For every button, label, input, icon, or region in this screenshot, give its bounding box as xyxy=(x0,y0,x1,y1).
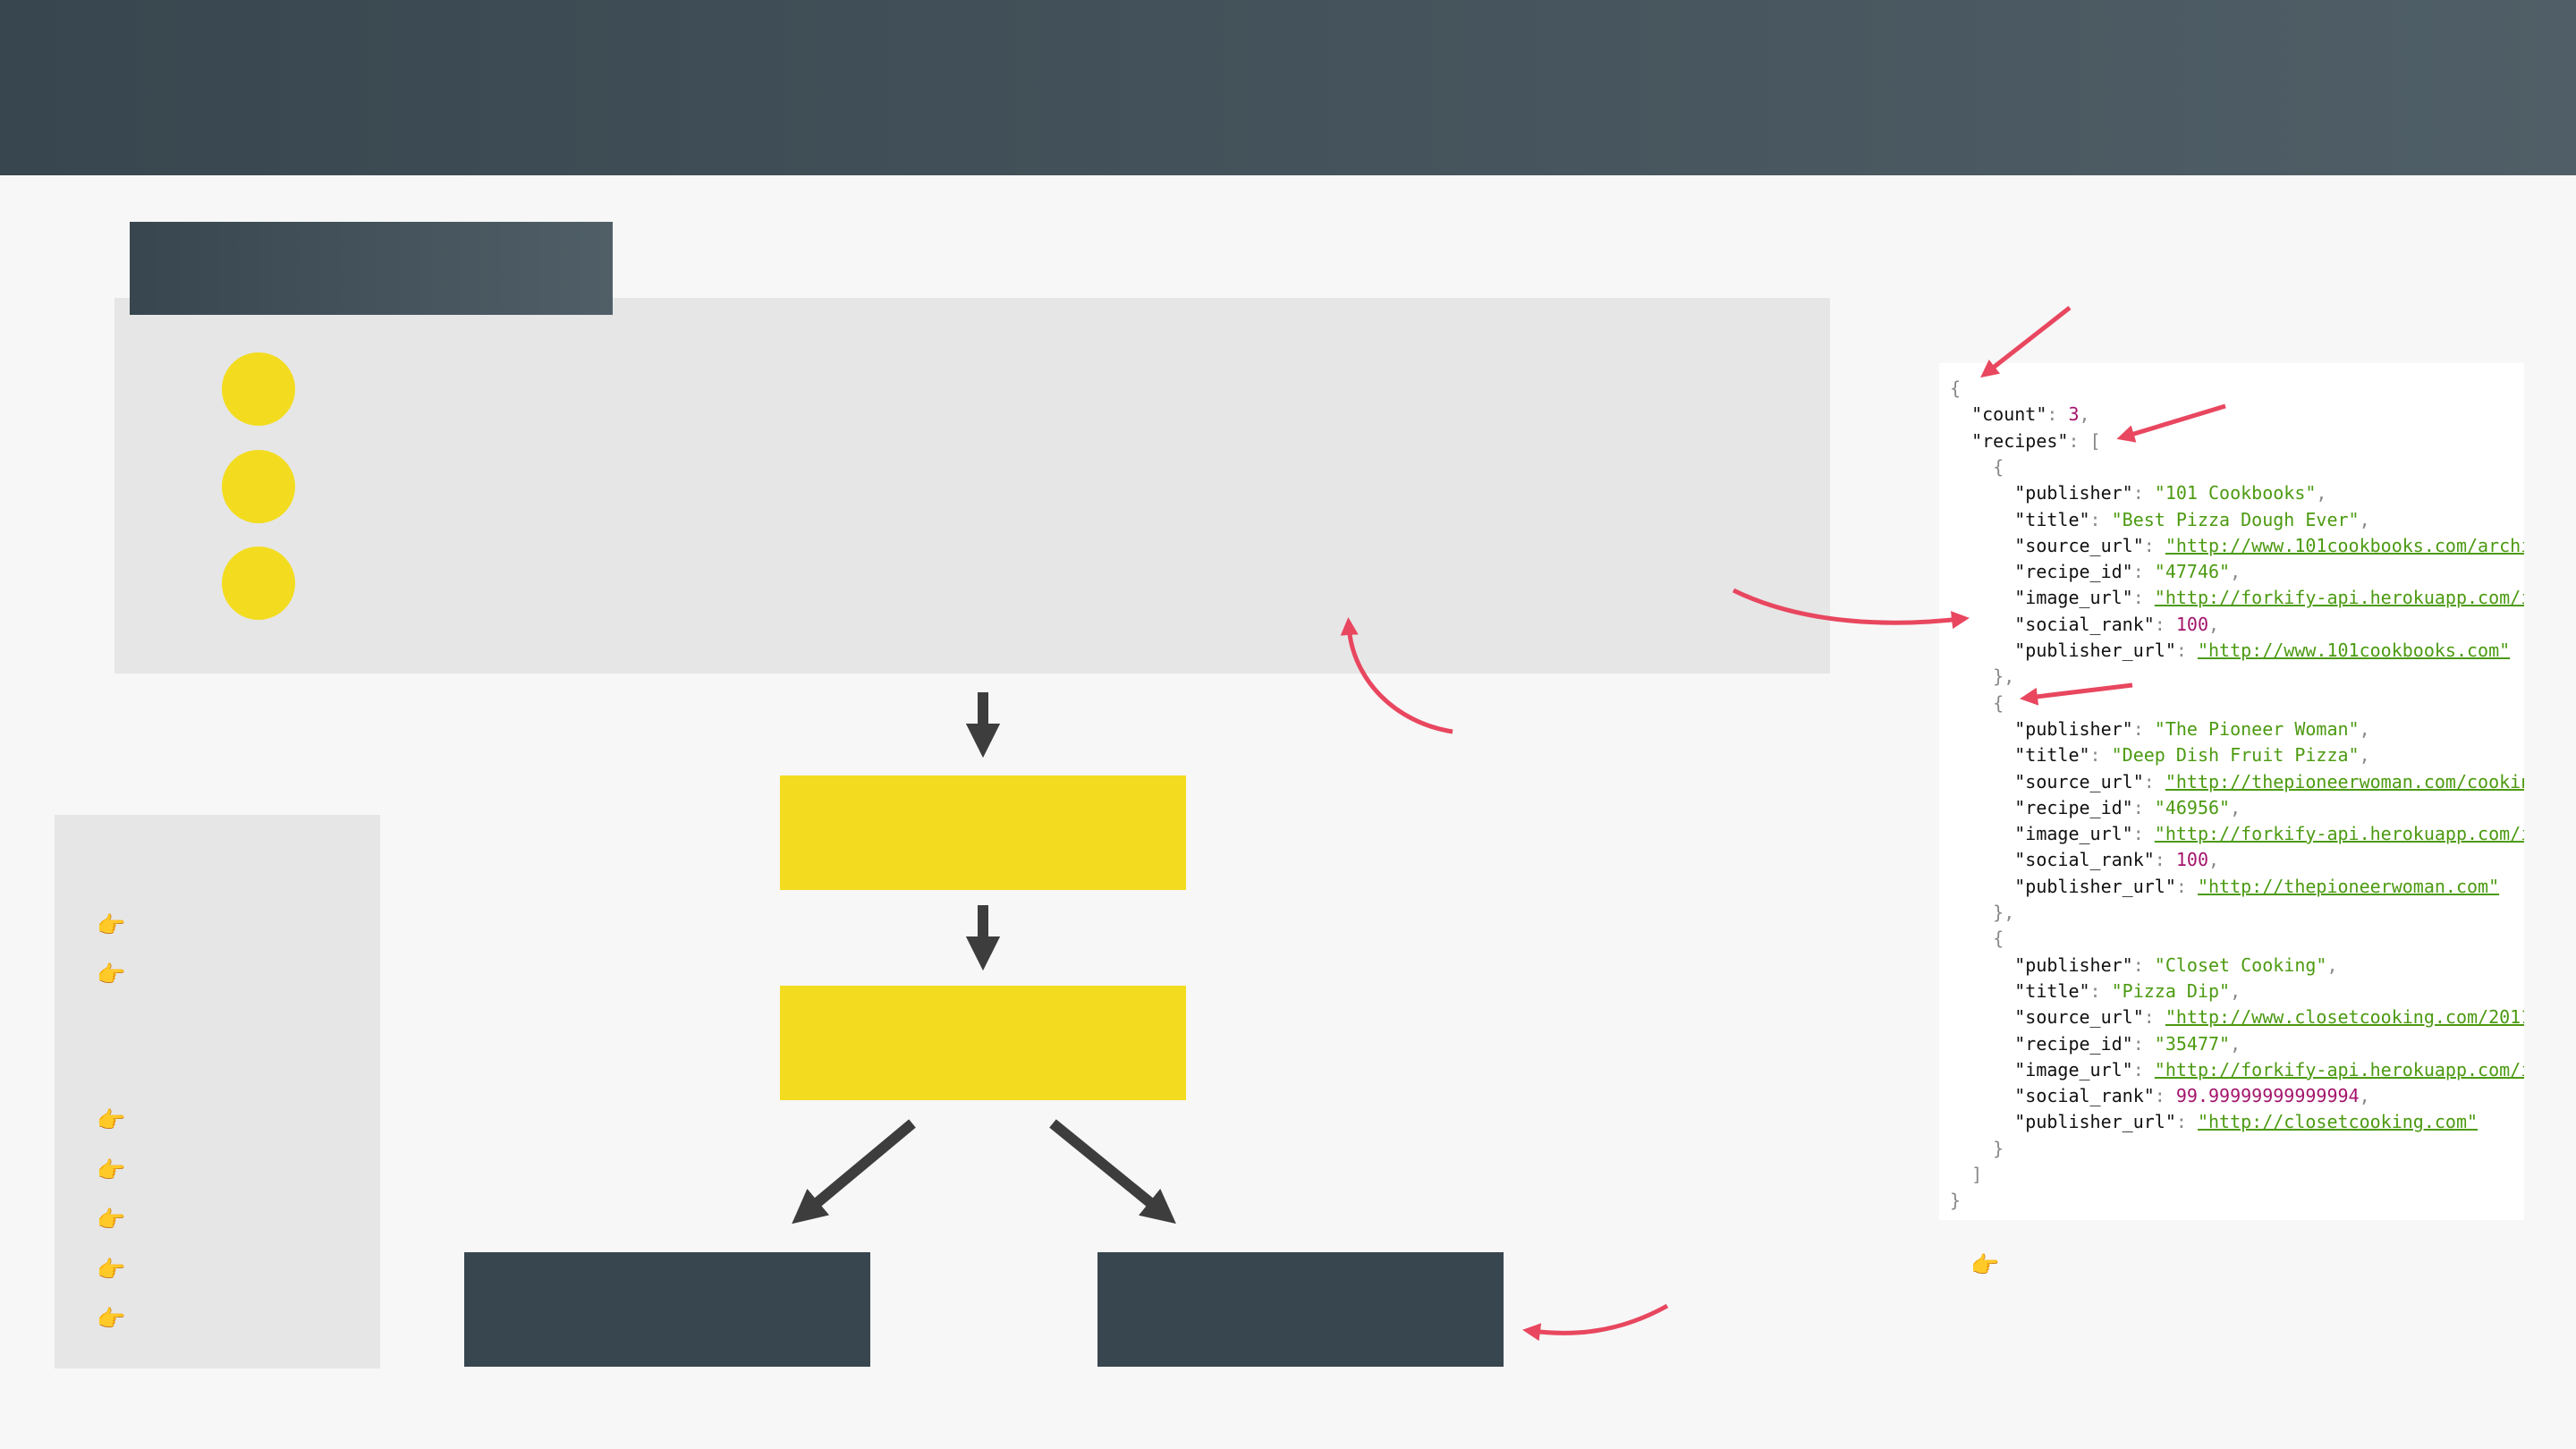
arrows-overlay xyxy=(792,306,2226,1342)
callout-arrow-right-outcome xyxy=(1522,1303,1669,1342)
panel-tab-header xyxy=(130,222,613,315)
callout-arrow-recipes-array xyxy=(2116,403,2226,443)
callout-arrow-recipe-object xyxy=(2020,682,2133,706)
connector-arrow-to-right-outcome xyxy=(1049,1119,1176,1224)
callout-arrow-upper-panel xyxy=(1340,617,1453,734)
callout-arrow-json-object xyxy=(1732,588,1970,630)
connector-arrow-to-left-outcome xyxy=(792,1119,916,1224)
callout-arrow-json-root xyxy=(1980,306,2072,378)
